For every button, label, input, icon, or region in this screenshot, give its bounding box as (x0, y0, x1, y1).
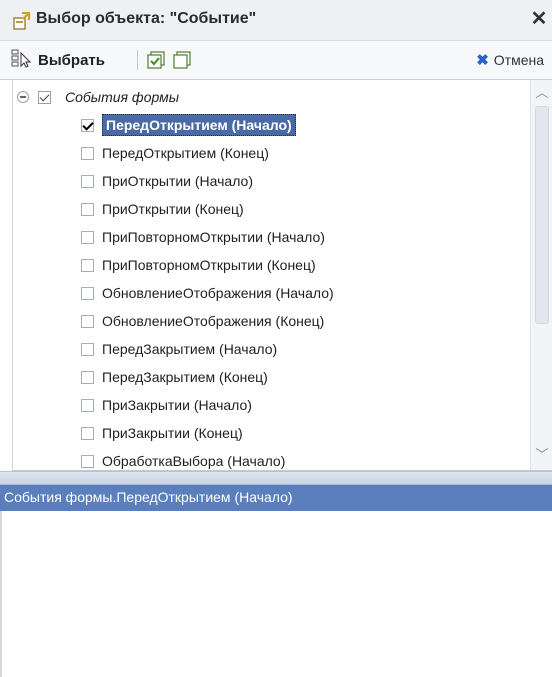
tree-item[interactable]: ПриПовторномОткрытии (Конец) (81, 251, 316, 279)
tree-item-label: ПередОткрытием (Начало) (102, 114, 296, 136)
events-tree[interactable]: События формы ПередОткрытием (Начало) Пер… (12, 80, 552, 471)
tree-item-label: ПриЗакрытии (Конец) (102, 425, 243, 441)
tree-item[interactable]: ОбновлениеОтображения (Начало) (81, 279, 334, 307)
selected-path: События формы.ПередОткрытием (Начало) (4, 489, 293, 505)
tree-item[interactable]: ПриЗакрытии (Конец) (81, 419, 243, 447)
tree-item-label: ПриПовторномОткрытии (Начало) (102, 229, 325, 245)
toolbar-divider (137, 50, 138, 70)
cancel-button[interactable]: ✖ Отмена (476, 51, 544, 69)
item-checkbox[interactable] (81, 454, 94, 468)
collapse-icon[interactable] (17, 91, 29, 103)
item-checkbox[interactable] (81, 370, 94, 384)
close-button[interactable]: ✕ (528, 6, 550, 32)
tree-item-label: ПриПовторномОткрытии (Конец) (102, 257, 316, 273)
item-checkbox[interactable] (81, 426, 94, 440)
tree-item[interactable]: ПриОткрытии (Начало) (81, 167, 253, 195)
tree-item-label: ПриОткрытии (Начало) (102, 173, 253, 189)
item-checkbox[interactable] (81, 258, 94, 272)
select-icon (10, 48, 32, 73)
tree-item-label: ПередЗакрытием (Начало) (102, 341, 278, 357)
tree-item-label: ОбновлениеОтображения (Начало) (102, 285, 334, 301)
item-checkbox[interactable] (81, 146, 94, 160)
item-checkbox[interactable] (81, 342, 94, 356)
tree-item[interactable]: ПередОткрытием (Конец) (81, 139, 269, 167)
tree-item-label: ОбработкаВыбора (Начало) (102, 453, 286, 469)
selected-path-bar: События формы.ПередОткрытием (Начало) (0, 485, 552, 511)
object-select-icon (12, 11, 32, 31)
item-checkbox[interactable] (81, 314, 94, 328)
tree-item-label: ПриОткрытии (Конец) (102, 201, 244, 217)
toolbar: Выбрать ✖ Отмена (0, 41, 552, 80)
tree-item[interactable]: ПередЗакрытием (Конец) (81, 363, 268, 391)
tree-item-label: ПриЗакрытии (Начало) (102, 397, 252, 413)
title-bar[interactable]: Выбор объекта: "Событие" ✕ (0, 0, 552, 41)
cancel-button-label: Отмена (493, 52, 544, 68)
item-checkbox[interactable] (81, 118, 94, 132)
scroll-thumb[interactable] (535, 106, 549, 324)
item-checkbox[interactable] (81, 174, 94, 188)
scroll-up-icon[interactable]: ︿ (531, 84, 552, 102)
tree-item[interactable]: ПриОткрытии (Конец) (81, 195, 244, 223)
item-checkbox[interactable] (81, 230, 94, 244)
tree-scrollbar[interactable]: ︿ ﹀ (530, 80, 552, 470)
tree-item-label: ПередОткрытием (Конец) (102, 145, 269, 161)
left-edge (0, 511, 2, 677)
tree-item[interactable]: ОбработкаВыбора (Начало) (81, 447, 286, 470)
tree-root-label: События формы (65, 89, 180, 105)
tree-item[interactable]: ПриПовторномОткрытии (Начало) (81, 223, 325, 251)
cancel-icon: ✖ (476, 52, 489, 69)
tree-item-label: ПередЗакрытием (Конец) (102, 369, 268, 385)
details-area (0, 511, 552, 677)
item-checkbox[interactable] (81, 398, 94, 412)
root-checkbox[interactable] (38, 90, 51, 104)
panel-splitter[interactable] (0, 471, 552, 485)
tree-item[interactable]: ОбновлениеОтображения (Конец) (81, 307, 324, 335)
select-button-label: Выбрать (38, 51, 105, 69)
select-button[interactable]: Выбрать (10, 49, 105, 71)
tree-item[interactable]: ПриЗакрытии (Начало) (81, 391, 252, 419)
window-title: Выбор объекта: "Событие" (36, 10, 257, 27)
uncheck-all-icon[interactable] (172, 50, 192, 70)
tree-item-label: ОбновлениеОтображения (Конец) (102, 313, 325, 329)
tree-item[interactable]: ПередЗакрытием (Начало) (81, 335, 277, 363)
tree-item[interactable]: ПередОткрытием (Начало) (81, 111, 296, 139)
scroll-down-icon[interactable]: ﹀ (531, 446, 552, 464)
item-checkbox[interactable] (81, 286, 94, 300)
tree-root-row[interactable]: События формы (17, 83, 179, 111)
item-checkbox[interactable] (81, 202, 94, 216)
object-selection-dialog: Выбор объекта: "Событие" ✕ Выбрать ✖ Отм… (0, 0, 552, 677)
check-all-icon[interactable] (146, 50, 166, 70)
